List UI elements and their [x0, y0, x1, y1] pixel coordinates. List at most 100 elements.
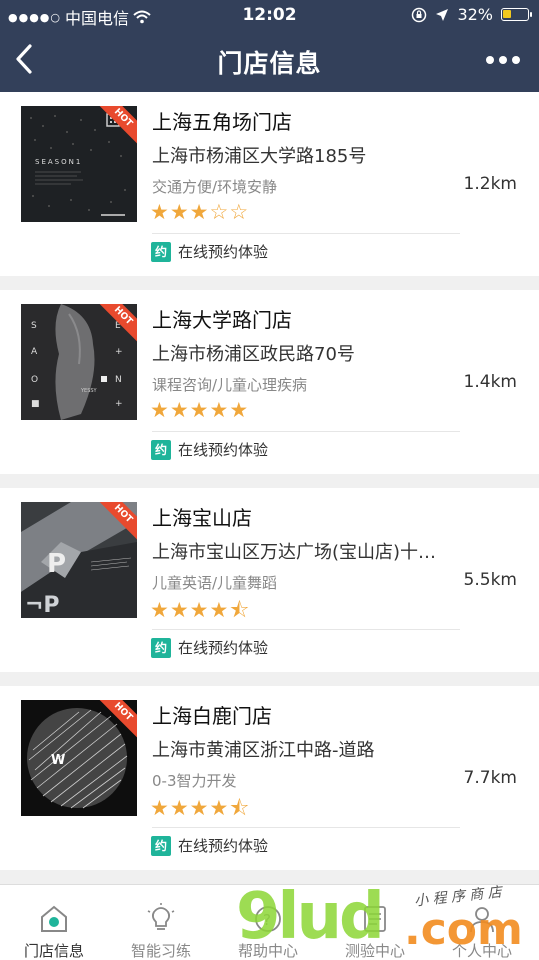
tab-label: 智能习练	[130, 942, 191, 960]
store-thumbnail: P ¬P HOT	[21, 502, 137, 618]
quiz-icon	[364, 906, 386, 932]
store-address: 上海市杨浦区大学路185号	[152, 146, 367, 167]
app-header: ●●●●○ 中国电信 12:02 32% 门店信息	[0, 0, 539, 92]
svg-text:W: W	[51, 753, 65, 768]
user-icon	[470, 907, 494, 933]
star-full-icon: ★	[209, 796, 230, 820]
book-online-button[interactable]: 约 在线预约体验	[151, 835, 268, 856]
store-card[interactable]: P ¬P HOT 上海宝山店 上海市宝山区万达广场(宝山店)十… 儿童英语/儿童…	[0, 488, 539, 672]
star-full-icon: ★	[169, 796, 190, 820]
svg-text:S: S	[31, 321, 37, 331]
card-divider	[152, 233, 460, 234]
star-full-icon: ★	[150, 796, 170, 820]
svg-text:?: ?	[263, 911, 271, 929]
store-thumbnail: W HOT	[21, 700, 137, 816]
star-half-icon: ⯪	[229, 598, 251, 622]
tab-profile[interactable]: 个人中心	[428, 885, 536, 960]
booking-label: 在线预约体验	[178, 837, 269, 855]
store-name: 上海宝山店	[152, 506, 252, 530]
store-address: 上海市宝山区万达广场(宝山店)十…	[152, 542, 437, 563]
store-name: 上海白鹿门店	[152, 704, 272, 728]
card-divider	[152, 431, 460, 432]
store-distance: 1.2km	[463, 174, 517, 194]
booking-label: 在线预约体验	[178, 243, 269, 261]
book-online-button[interactable]: 约 在线预约体验	[151, 241, 268, 262]
store-card[interactable]: SEASON1 HOT 上海五角场门店 上海市杨浦区大学路185号 交通方便/环…	[0, 92, 539, 276]
star-full-icon: ★	[169, 398, 190, 422]
more-dot-icon	[486, 56, 494, 64]
store-distance: 1.4km	[463, 372, 517, 392]
battery-fill	[503, 10, 511, 18]
star-full-icon: ★	[189, 796, 210, 820]
store-distance: 7.7km	[463, 768, 517, 788]
book-online-button[interactable]: 约 在线预约体验	[151, 439, 268, 460]
svg-text:P: P	[47, 549, 66, 579]
status-bar: ●●●●○ 中国电信 12:02 32%	[0, 0, 539, 30]
store-tags: 交通方便/环境安静	[152, 178, 278, 196]
star-full-icon: ★	[169, 598, 190, 622]
booking-label: 在线预约体验	[178, 441, 269, 459]
svg-text:O: O	[31, 375, 38, 385]
tab-label: 测验中心	[344, 942, 405, 960]
store-name: 上海大学路门店	[152, 308, 292, 332]
star-empty-icon: ☆	[229, 200, 250, 224]
tab-store-info[interactable]: 门店信息	[0, 885, 108, 960]
star-empty-icon: ☆	[209, 200, 230, 224]
star-half-icon: ⯪	[229, 796, 251, 820]
star-full-icon: ★	[150, 598, 170, 622]
rotation-lock-icon	[412, 7, 427, 22]
svg-text:SEASON1: SEASON1	[35, 158, 82, 166]
store-thumbnail: SE A + ON ■ + YESSY HOT	[21, 304, 137, 420]
tab-label: 帮助中心	[237, 942, 298, 960]
nav-bar: 门店信息	[0, 30, 539, 92]
more-button[interactable]	[483, 50, 523, 70]
star-full-icon: ★	[189, 200, 210, 224]
tab-smart-practice[interactable]: 智能习练	[107, 885, 215, 960]
store-name: 上海五角场门店	[152, 110, 292, 134]
card-divider	[152, 629, 460, 630]
store-tags: 课程咨询/儿童心理疾病	[152, 376, 308, 394]
rating-stars: ★★★☆☆	[150, 200, 249, 224]
store-address: 上海市黄浦区浙江中路-道路	[152, 740, 375, 761]
help-icon: ?	[255, 906, 281, 932]
rating-stars: ★★★★⯪	[150, 794, 250, 829]
star-full-icon: ★	[189, 398, 210, 422]
svg-text:+: +	[115, 399, 123, 409]
status-right: 32%	[411, 5, 532, 24]
store-card[interactable]: SE A + ON ■ + YESSY HOT 上海大学路门店 上海市杨浦区政民路7…	[0, 290, 539, 474]
svg-text:N: N	[115, 375, 122, 385]
star-full-icon: ★	[209, 598, 230, 622]
svg-text:A: A	[31, 347, 38, 357]
store-distance: 5.5km	[463, 570, 517, 590]
booking-label: 在线预约体验	[178, 639, 269, 657]
svg-text:■: ■	[31, 399, 40, 409]
rating-stars: ★★★★★	[150, 398, 249, 422]
star-full-icon: ★	[189, 598, 210, 622]
tab-label: 个人中心	[451, 942, 512, 960]
tab-label: 门店信息	[23, 942, 84, 960]
book-online-button[interactable]: 约 在线预约体验	[151, 637, 268, 658]
bulb-icon	[147, 903, 175, 930]
store-address: 上海市杨浦区政民路70号	[152, 344, 355, 365]
svg-text:¬P: ¬P	[25, 593, 60, 618]
store-tags: 0-3智力开发	[152, 772, 237, 790]
battery-icon	[501, 8, 532, 21]
star-full-icon: ★	[150, 200, 170, 224]
store-thumbnail: SEASON1 HOT	[21, 106, 137, 222]
tab-quiz-center[interactable]: 测验中心	[321, 885, 429, 960]
store-icon	[41, 905, 67, 932]
booking-badge: 约	[151, 835, 171, 856]
star-full-icon: ★	[209, 398, 230, 422]
tab-help-center[interactable]: ? 帮助中心	[214, 885, 322, 960]
svg-text:+: +	[115, 347, 123, 357]
location-icon	[436, 8, 449, 21]
rating-stars: ★★★★⯪	[150, 596, 250, 631]
star-full-icon: ★	[150, 398, 170, 422]
star-full-icon: ★	[229, 398, 250, 422]
store-card[interactable]: W HOT 上海白鹿门店 上海市黄浦区浙江中路-道路 0-3智力开发 7.7km…	[0, 686, 539, 870]
page-title: 门店信息	[217, 49, 322, 78]
battery-percent: 32%	[457, 5, 493, 24]
bottom-tab-bar: 门店信息 智能习练 ? 帮助中心 测验中心 个人中心	[0, 884, 539, 960]
booking-badge: 约	[151, 241, 171, 262]
card-divider	[152, 827, 460, 828]
